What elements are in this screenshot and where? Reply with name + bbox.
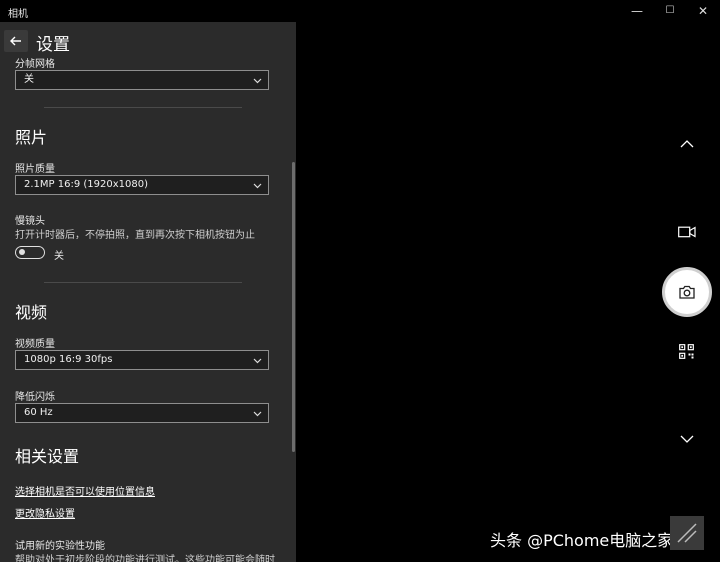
panel-title: 设置: [36, 35, 70, 55]
related-settings-heading: 相关设置: [15, 447, 80, 466]
timelapse-toggle-label: 关: [54, 251, 64, 262]
flicker-label: 降低闪烁: [15, 392, 55, 403]
close-button[interactable]: ✕: [688, 2, 718, 20]
timelapse-description: 打开计时器后，不停拍照，直到再次按下相机按钮为止: [15, 230, 255, 241]
title-bar: 相机 — ☐ ✕: [0, 0, 720, 22]
logo-icon: [677, 523, 697, 543]
chevron-down-icon[interactable]: [680, 434, 694, 444]
camera-icon: [679, 285, 695, 299]
flicker-select[interactable]: 60 Hz: [15, 403, 269, 423]
flicker-value: 60 Hz: [24, 407, 53, 418]
settings-panel: 设置 分帧网格 关 照片 照片质量 2.1MP 16:9 (1920x1080)…: [0, 22, 296, 562]
settings-scrollbar[interactable]: [292, 162, 295, 452]
videos-heading: 视频: [15, 303, 48, 322]
chevron-up-icon[interactable]: [680, 139, 694, 149]
toggle-knob: [19, 249, 25, 255]
location-permission-link[interactable]: 选择相机是否可以使用位置信息: [15, 483, 155, 498]
privacy-settings-link[interactable]: 更改隐私设置: [15, 505, 75, 520]
framing-grid-select[interactable]: 关: [15, 70, 269, 90]
shutter-button[interactable]: [662, 267, 712, 317]
back-button[interactable]: [4, 30, 28, 52]
chevron-down-icon: [253, 78, 262, 84]
qr-code-icon[interactable]: [679, 344, 694, 359]
chevron-down-icon: [253, 411, 262, 417]
photos-heading: 照片: [15, 128, 48, 147]
section-divider: [44, 107, 242, 108]
video-camera-icon[interactable]: [678, 226, 696, 238]
arrow-left-icon: [10, 36, 21, 46]
chevron-down-icon: [253, 183, 262, 189]
video-quality-label: 视频质量: [15, 339, 55, 350]
minimize-button[interactable]: —: [622, 2, 652, 20]
section-divider: [44, 282, 242, 283]
experimental-features-description: 帮助对处于初步阶段的功能进行测试。这些功能可能会随时: [15, 555, 275, 562]
app-title: 相机: [8, 9, 28, 20]
watermark-text: 头条 @PChome电脑之家: [490, 531, 674, 550]
chevron-down-icon: [253, 358, 262, 364]
framing-grid-label: 分帧网格: [15, 59, 55, 70]
photo-quality-select[interactable]: 2.1MP 16:9 (1920x1080): [15, 175, 269, 195]
timelapse-toggle[interactable]: [15, 246, 45, 259]
photo-quality-value: 2.1MP 16:9 (1920x1080): [24, 179, 148, 190]
framing-grid-value: 关: [24, 74, 34, 85]
timelapse-label: 慢镜头: [15, 216, 45, 227]
experimental-features-label: 试用新的实验性功能: [15, 541, 105, 552]
watermark-logo: [670, 516, 704, 550]
video-quality-select[interactable]: 1080p 16:9 30fps: [15, 350, 269, 370]
maximize-button[interactable]: ☐: [655, 2, 685, 20]
video-quality-value: 1080p 16:9 30fps: [24, 354, 113, 365]
photo-quality-label: 照片质量: [15, 164, 55, 175]
